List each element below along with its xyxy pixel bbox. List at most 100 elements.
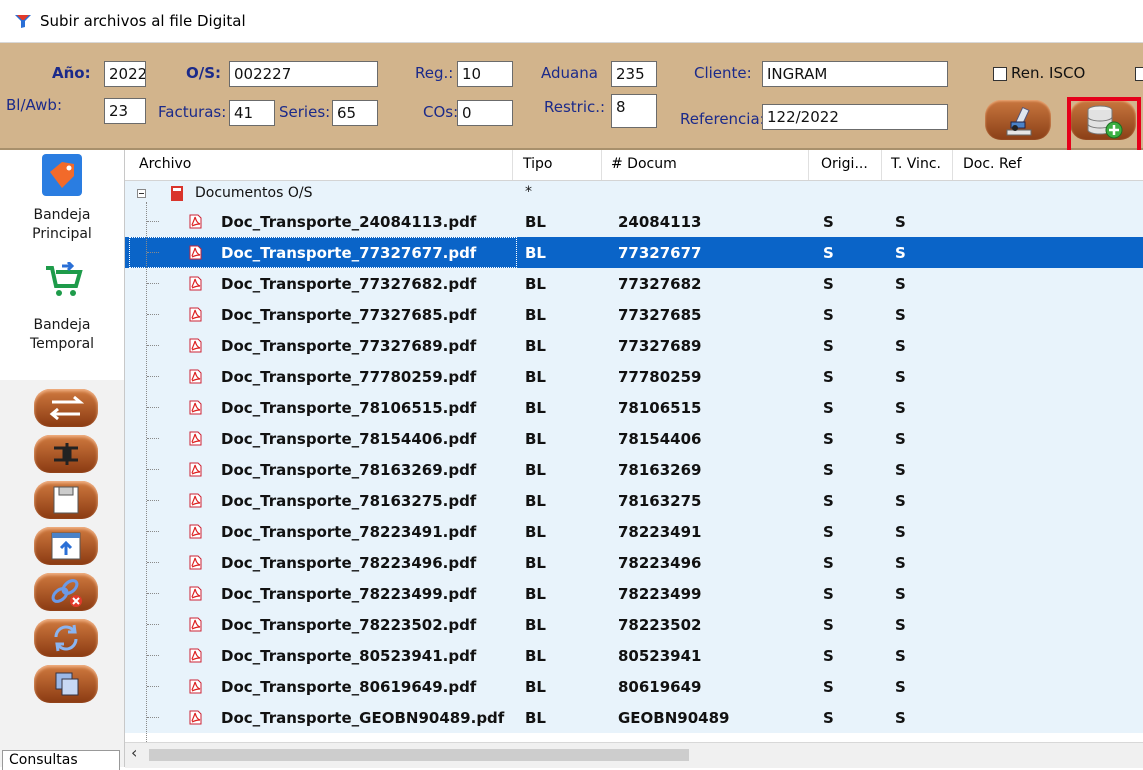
col-archivo[interactable]: Archivo	[139, 156, 191, 172]
pdf-icon	[189, 276, 202, 291]
cell-tipo: BL	[525, 275, 546, 293]
cell-tvinc: S	[895, 461, 906, 479]
cell-origi: S	[823, 244, 834, 262]
table-row[interactable]: Doc_Transporte_77327677.pdf BL 77327677 S S	[125, 237, 1143, 268]
bandeja-temporal-button[interactable]: Bandeja Temporal	[0, 258, 124, 368]
consultas-tab[interactable]: Consultas	[2, 750, 120, 770]
cell-tipo: BL	[525, 647, 546, 665]
microscope-button[interactable]	[985, 100, 1051, 140]
table-row[interactable]: Doc_Transporte_77327682.pdf BL 77327682 S S	[125, 268, 1143, 299]
scroll-left-icon[interactable]: ‹	[131, 743, 137, 762]
col-separator[interactable]	[881, 150, 882, 180]
group-row[interactable]: Documentos O/S *	[125, 181, 1143, 206]
table-row[interactable]: Doc_Transporte_78223496.pdf BL 78223496 S S	[125, 547, 1143, 578]
collapse-toggle[interactable]	[137, 189, 146, 198]
col-separator[interactable]	[952, 150, 953, 180]
reg-field[interactable]: 10	[457, 61, 513, 87]
table-row[interactable]: Doc_Transporte_78106515.pdf BL 78106515 S S	[125, 392, 1143, 423]
cell-tvinc: S	[895, 647, 906, 665]
tree-branch	[147, 438, 159, 439]
pdf-icon	[189, 710, 202, 725]
col-separator[interactable]	[512, 150, 513, 180]
cell-tvinc: S	[895, 709, 906, 727]
split-icon	[54, 443, 78, 465]
restric-field[interactable]: 8	[611, 94, 657, 128]
transfer-icon	[49, 395, 85, 421]
cell-archivo: Doc_Transporte_77327677.pdf	[221, 244, 477, 262]
bandeja-principal-label: Bandeja Principal	[0, 206, 124, 244]
cos-field[interactable]: 0	[457, 100, 513, 126]
unlink-button[interactable]	[34, 573, 98, 611]
scroll-thumb[interactable]	[149, 749, 689, 761]
table-row[interactable]: Doc_Transporte_78223491.pdf BL 78223491 S S	[125, 516, 1143, 547]
tree-branch	[147, 376, 159, 377]
col-docref[interactable]: Doc. Ref	[963, 156, 1022, 172]
facturas-field[interactable]: 41	[229, 100, 275, 126]
table-row[interactable]: Doc_Transporte_GEOBN90489.pdf BL GEOBN9048…	[125, 702, 1143, 733]
bandeja-principal-button[interactable]: Bandeja Principal	[0, 150, 124, 250]
reg-label: Reg.:	[415, 64, 454, 82]
table-row[interactable]: Doc_Transporte_77780259.pdf BL 77780259 S S	[125, 361, 1143, 392]
bandeja-temporal-text: Bandeja Temporal	[29, 317, 95, 352]
cell-archivo: Doc_Transporte_77327689.pdf	[221, 337, 477, 355]
col-tipo[interactable]: Tipo	[523, 156, 552, 172]
table-row[interactable]: Doc_Transporte_78163275.pdf BL 78163275 S S	[125, 485, 1143, 516]
transfer-button[interactable]	[34, 389, 98, 427]
table-row[interactable]: Doc_Transporte_78223502.pdf BL 78223502 S S	[125, 609, 1143, 640]
tree-branch	[147, 686, 159, 687]
pdf-icon	[189, 369, 202, 384]
extra-checkbox[interactable]	[1135, 67, 1143, 81]
group-label: Documentos O/S	[195, 185, 313, 201]
cell-origi: S	[823, 492, 834, 510]
col-tvinc[interactable]: T. Vinc.	[891, 156, 941, 172]
cell-docum: 78223496	[618, 554, 702, 572]
blawb-field[interactable]: 23	[104, 98, 146, 124]
table-row[interactable]: Doc_Transporte_77327689.pdf BL 77327689 S S	[125, 330, 1143, 361]
col-separator[interactable]	[808, 150, 809, 180]
cell-archivo: Doc_Transporte_80523941.pdf	[221, 647, 477, 665]
col-separator[interactable]	[601, 150, 602, 180]
tree-branch	[147, 283, 159, 284]
copy-button[interactable]	[34, 665, 98, 703]
unlink-icon	[51, 579, 82, 607]
cell-origi: S	[823, 647, 834, 665]
col-docum[interactable]: # Docum	[611, 156, 677, 172]
upload-button[interactable]	[34, 527, 98, 565]
table-row[interactable]: Doc_Transporte_24084113.pdf BL 24084113 S S	[125, 206, 1143, 237]
cell-origi: S	[823, 399, 834, 417]
cell-tvinc: S	[895, 275, 906, 293]
cell-origi: S	[823, 430, 834, 448]
cell-archivo: Doc_Transporte_78106515.pdf	[221, 399, 477, 417]
pdf-icon	[189, 524, 202, 539]
group-tipo: *	[525, 184, 532, 200]
os-field[interactable]: 002227	[229, 61, 378, 87]
aduana-field[interactable]: 235	[611, 61, 657, 87]
save-button[interactable]	[34, 481, 98, 519]
cell-tipo: BL	[525, 306, 546, 324]
table-row[interactable]: Doc_Transporte_77327685.pdf BL 77327685 S S	[125, 299, 1143, 330]
cliente-field[interactable]: INGRAM	[762, 61, 948, 87]
series-field[interactable]: 65	[332, 100, 378, 126]
refresh-button[interactable]	[34, 619, 98, 657]
sidebar: Bandeja Principal Bandeja Temporal	[0, 150, 125, 767]
table-row[interactable]: Doc_Transporte_78154406.pdf BL 78154406 S S	[125, 423, 1143, 454]
cell-docum: 78223491	[618, 523, 702, 541]
os-label: O/S:	[186, 64, 222, 82]
anio-field[interactable]: 2022	[104, 61, 146, 87]
col-origi[interactable]: Origi...	[821, 156, 868, 172]
horizontal-scrollbar[interactable]: ‹	[125, 742, 1143, 768]
book-icon	[171, 186, 183, 201]
cell-docum: 24084113	[618, 213, 702, 231]
tree-branch	[147, 624, 159, 625]
ren-isco-checkbox[interactable]	[993, 67, 1007, 81]
split-button[interactable]	[34, 435, 98, 473]
referencia-field[interactable]: 122/2022	[762, 104, 948, 130]
table-row[interactable]: Doc_Transporte_78223499.pdf BL 78223499 S S	[125, 578, 1143, 609]
cell-tvinc: S	[895, 306, 906, 324]
file-grid: Archivo Tipo # Docum Origi... T. Vinc. D…	[125, 150, 1143, 742]
table-row[interactable]: Doc_Transporte_80619649.pdf BL 80619649 S S	[125, 671, 1143, 702]
restric-label: Restric.:	[544, 98, 606, 116]
table-row[interactable]: Doc_Transporte_78163269.pdf BL 78163269 S S	[125, 454, 1143, 485]
table-row[interactable]: Doc_Transporte_80523941.pdf BL 80523941 S S	[125, 640, 1143, 671]
cell-tipo: BL	[525, 678, 546, 696]
